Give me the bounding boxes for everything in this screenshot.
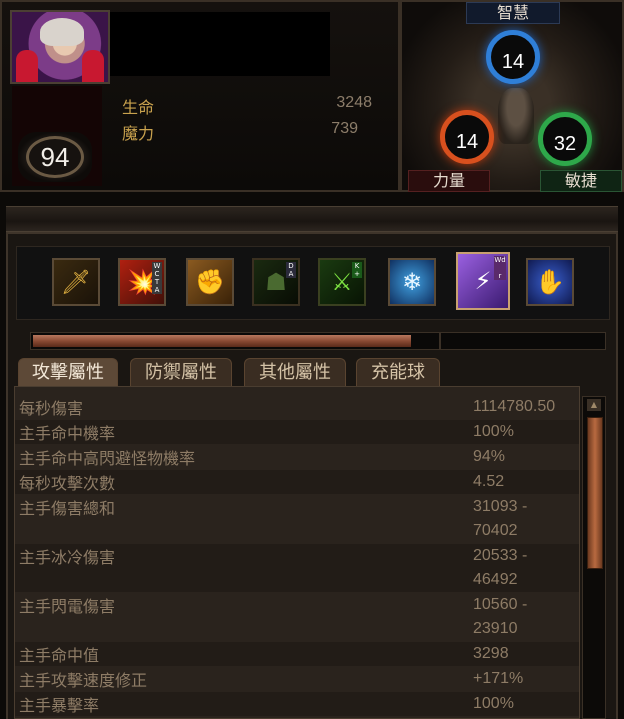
skill-slot-1[interactable]: 🗡 bbox=[52, 258, 100, 306]
character-name-redacted bbox=[110, 12, 330, 76]
stat-label: 主手傷害總和 bbox=[19, 499, 116, 518]
portrait-hair bbox=[40, 18, 84, 46]
level-badge: 94 bbox=[18, 132, 92, 182]
table-row: 主手傷害總和 31093 - 70402 bbox=[15, 495, 579, 543]
dexterity-orb[interactable]: 32 bbox=[538, 112, 592, 166]
stats-scrollbar[interactable]: ▲ bbox=[582, 396, 606, 719]
table-row: 主手命中高閃避怪物機率 94% bbox=[15, 445, 579, 469]
stat-value: 10560 - 23910 bbox=[473, 596, 528, 637]
skill-slot-4[interactable]: ☗ D A bbox=[252, 258, 300, 306]
table-row: 主手冰冷傷害 20533 - 46492 bbox=[15, 544, 579, 592]
skill-slot-6[interactable]: ❄ bbox=[388, 258, 436, 306]
skill-slot-3[interactable]: ✊ bbox=[186, 258, 234, 306]
strength-orb[interactable]: 14 bbox=[440, 110, 494, 164]
panel-separator bbox=[6, 206, 618, 232]
stat-label: 主手命中高閃避怪物機率 bbox=[19, 449, 196, 468]
stat-value: 100% bbox=[473, 423, 514, 440]
table-row: 主手命中值 3298 bbox=[15, 642, 579, 666]
stat-value: 100% bbox=[473, 695, 514, 712]
skill-slot-8[interactable]: ✋ bbox=[526, 258, 574, 306]
table-row: 主手命中機率 100% bbox=[15, 420, 579, 444]
scroll-thumb[interactable] bbox=[587, 417, 603, 569]
skill-bar bbox=[16, 246, 610, 320]
tab-offense[interactable]: 攻擊屬性 bbox=[18, 358, 118, 386]
frost-sigil-icon: ❄ bbox=[401, 268, 423, 296]
tab-resources[interactable]: 充能球 bbox=[356, 358, 440, 386]
life-value: 3248 bbox=[336, 94, 372, 111]
character-level: 94 bbox=[40, 142, 70, 172]
portrait-hand-right bbox=[82, 50, 104, 82]
tab-defense[interactable]: 防禦屬性 bbox=[130, 358, 232, 386]
skill-runes: D A bbox=[286, 262, 296, 278]
mana-value: 739 bbox=[331, 120, 358, 137]
stat-value: 4.52 bbox=[473, 473, 505, 490]
stat-value: 20533 - 46492 bbox=[473, 547, 528, 588]
character-portrait[interactable] bbox=[10, 10, 110, 84]
stat-label: 每秒傷害 bbox=[19, 399, 84, 418]
skill-slot-7[interactable]: ⚡ Wd r bbox=[456, 252, 510, 310]
stat-value: 94% bbox=[473, 448, 506, 465]
experience-bar bbox=[30, 332, 606, 350]
intelligence-orb[interactable]: 14 bbox=[486, 30, 540, 84]
stat-value: 1114780.50 bbox=[473, 398, 556, 415]
arcane-hand-icon: ✋ bbox=[535, 268, 565, 296]
attribute-wheel: 智慧 14 14 32 力量 敏捷 bbox=[400, 0, 624, 192]
table-row: 每秒攻擊次數 4.52 bbox=[15, 470, 579, 494]
stat-label: 主手攻擊速度修正 bbox=[19, 671, 148, 690]
stat-value: 31093 - 70402 bbox=[473, 498, 528, 539]
life-label: 生命 bbox=[122, 98, 155, 117]
skill-slot-2[interactable]: 💥 W C T A bbox=[118, 258, 166, 306]
skill-runes: W C T A bbox=[152, 262, 162, 294]
table-row: 主手閃電傷害 10560 - 23910 bbox=[15, 593, 579, 641]
table-row: 主手暴擊率 100% bbox=[15, 692, 579, 716]
stat-label: 主手命中值 bbox=[19, 646, 100, 665]
skill-runes: Wd r bbox=[494, 256, 506, 280]
stats-table: 每秒傷害 1114780.50 主手命中機率 100% 主手命中高閃避怪物機率 … bbox=[14, 386, 580, 719]
stat-label: 主手暴擊率 bbox=[19, 696, 100, 715]
stat-value: +171% bbox=[473, 670, 524, 687]
experience-fill bbox=[33, 335, 411, 347]
dexterity-label: 敏捷 bbox=[540, 170, 622, 192]
tab-other[interactable]: 其他屬性 bbox=[244, 358, 346, 386]
stat-label: 每秒攻擊次數 bbox=[19, 474, 116, 493]
mana-label: 魔力 bbox=[122, 124, 155, 143]
skill-slot-5[interactable]: ⚔ K + bbox=[318, 258, 366, 306]
stat-label: 主手閃電傷害 bbox=[19, 597, 116, 616]
fist-icon: ✊ bbox=[195, 268, 225, 296]
stat-label: 主手冰冷傷害 bbox=[19, 548, 116, 567]
bar-divider bbox=[439, 333, 441, 349]
portrait-hand-left bbox=[16, 50, 38, 82]
table-row: 主手攻擊速度修正 +171% bbox=[15, 667, 579, 691]
stat-value: 3298 bbox=[473, 645, 509, 662]
stat-label: 主手命中機率 bbox=[19, 424, 116, 443]
table-row: 每秒傷害 1114780.50 bbox=[15, 395, 579, 419]
goddess-statue-icon bbox=[498, 88, 534, 144]
dagger-icon: 🗡 bbox=[60, 268, 92, 296]
skill-runes: K + bbox=[352, 262, 362, 278]
intelligence-label: 智慧 bbox=[466, 2, 560, 24]
scroll-up-arrow-icon[interactable]: ▲ bbox=[587, 399, 601, 411]
character-panel: 94 生命 3248 魔力 739 bbox=[0, 0, 400, 192]
strength-label: 力量 bbox=[408, 170, 490, 192]
